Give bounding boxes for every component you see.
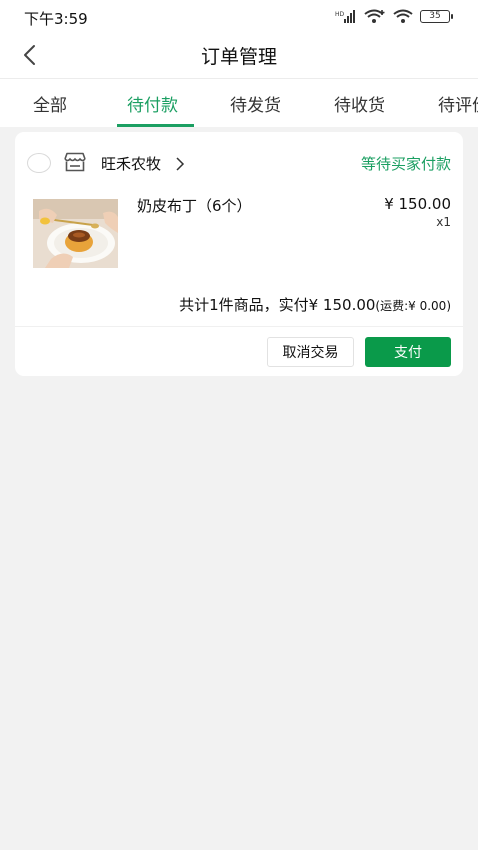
chevron-right-icon bbox=[176, 157, 185, 171]
network-label: HD bbox=[335, 11, 345, 18]
status-bar: 下午3:59 HD 35 bbox=[0, 0, 478, 32]
page-title: 订单管理 bbox=[200, 46, 277, 68]
summary-total: 共计1件商品，实付¥ 150.00 bbox=[179, 296, 376, 314]
order-card: 旺禾农牧 等待买家付款 奶皮布丁（6个） ¥ 150.00 x1 共计1件商品，… bbox=[15, 132, 463, 376]
product-name[interactable]: 奶皮布丁（6个） bbox=[137, 195, 252, 216]
tab-indicator bbox=[117, 124, 194, 127]
wifi-icon bbox=[393, 9, 413, 23]
tab-all[interactable]: 全部 bbox=[33, 91, 67, 116]
battery-icon: 35 bbox=[420, 9, 453, 23]
order-tabs: 全部 待付款 待发货 待收货 待评价 bbox=[0, 78, 478, 127]
order-summary: 共计1件商品，实付¥ 150.00(运费:¥ 0.00) bbox=[179, 294, 451, 315]
cancel-order-button[interactable]: 取消交易 bbox=[267, 337, 354, 367]
product-quantity: x1 bbox=[436, 215, 451, 229]
divider bbox=[15, 326, 463, 327]
tab-pending-shipment[interactable]: 待发货 bbox=[230, 91, 281, 116]
tab-pending-payment[interactable]: 待付款 bbox=[127, 91, 178, 116]
wifi-plus-icon bbox=[364, 9, 385, 23]
tab-pending-review[interactable]: 待评价 bbox=[438, 91, 478, 116]
signal-icon: HD bbox=[335, 9, 355, 23]
store-icon bbox=[64, 152, 86, 172]
shop-name[interactable]: 旺禾农牧 bbox=[101, 153, 161, 174]
select-checkbox[interactable] bbox=[27, 153, 51, 173]
status-icons: HD 35 bbox=[335, 9, 453, 23]
summary-shipping: (运费:¥ 0.00) bbox=[375, 299, 451, 313]
nav-bar: 订单管理 bbox=[0, 32, 478, 78]
pudding-image bbox=[33, 199, 118, 268]
status-time: 下午3:59 bbox=[24, 10, 88, 28]
product-image[interactable] bbox=[33, 199, 118, 268]
product-price: ¥ 150.00 bbox=[384, 195, 451, 213]
pay-button[interactable]: 支付 bbox=[365, 337, 451, 367]
order-status: 等待买家付款 bbox=[360, 155, 451, 173]
tab-pending-receipt[interactable]: 待收货 bbox=[334, 91, 385, 116]
